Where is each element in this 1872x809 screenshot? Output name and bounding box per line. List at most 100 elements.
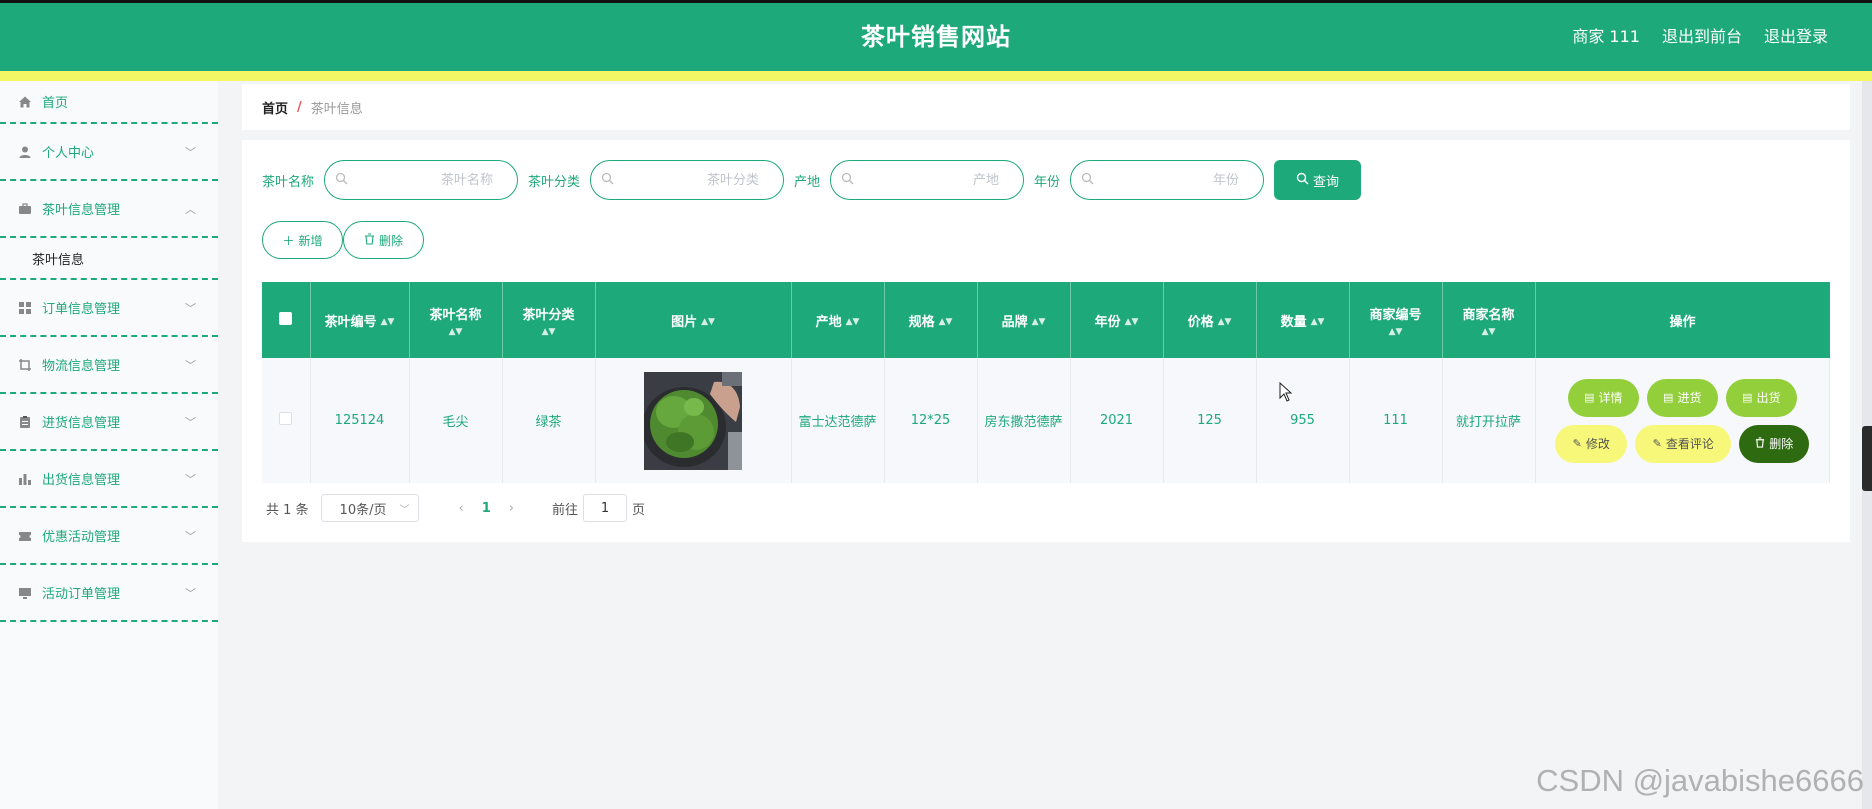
sidebar-item-activity-orders[interactable]: 活动订单管理 ﹀	[0, 565, 218, 622]
sidebar-item-label: 活动订单管理	[42, 587, 121, 602]
sidebar-item-logistics[interactable]: 物流信息管理 ﹀	[0, 337, 218, 394]
add-button[interactable]: ＋ 新增	[262, 221, 343, 259]
detail-button[interactable]: ▤ 详情	[1567, 378, 1639, 417]
column-header-category[interactable]: 茶叶分类 ▲▼	[502, 282, 596, 358]
scrollbar-thumb[interactable]	[1862, 426, 1872, 491]
chevron-down-icon: ﹀	[399, 504, 410, 516]
sidebar-item-stock-in[interactable]: 进货信息管理 ﹀	[0, 394, 218, 451]
logout-link[interactable]: 退出登录	[1764, 3, 1828, 71]
search-icon	[841, 172, 854, 189]
briefcase-icon	[18, 202, 32, 216]
column-header-merchant-name[interactable]: 商家名称 ▲▼	[1442, 282, 1536, 358]
row-select-cell	[262, 358, 311, 483]
trash-icon	[364, 232, 375, 248]
column-header-quantity[interactable]: 数量 ▲▼	[1256, 282, 1350, 358]
origin-input[interactable]	[859, 161, 1010, 199]
sidebar-item-tea-management[interactable]: 茶叶信息管理 ︿	[0, 181, 218, 238]
sidebar-item-label: 茶叶信息管理	[42, 203, 121, 218]
mouse-cursor-icon	[1279, 382, 1293, 402]
chevron-up-icon: ︿	[185, 202, 196, 216]
column-header-name[interactable]: 茶叶名称 ▲▼	[409, 282, 503, 358]
query-button[interactable]: 查询	[1274, 160, 1362, 200]
table-actions: ＋ 新增 删除	[262, 221, 424, 259]
sidebar-item-promotions[interactable]: 优惠活动管理 ﹀	[0, 508, 218, 565]
document-icon: ▤	[1663, 391, 1674, 404]
window-scrollbar[interactable]	[1862, 81, 1872, 809]
origin-search	[830, 160, 1025, 200]
edit-button[interactable]: ✎ 修改	[1555, 424, 1628, 463]
sidebar-item-label: 首页	[42, 96, 69, 111]
year-label: 年份	[1034, 174, 1061, 190]
sidebar-item-home[interactable]: 首页	[0, 81, 218, 124]
select-all-header	[262, 282, 311, 358]
stock-in-button[interactable]: ▤ 进货	[1646, 378, 1718, 417]
column-header-merchant-code[interactable]: 商家编号 ▲▼	[1349, 282, 1443, 358]
column-header-image[interactable]: 图片 ▲▼	[595, 282, 792, 358]
sidebar-item-orders[interactable]: 订单信息管理 ﹀	[0, 280, 218, 337]
grid-icon	[18, 301, 32, 315]
chevron-down-icon: ﹀	[185, 145, 196, 159]
delete-button[interactable]: 删除	[1739, 424, 1810, 463]
sort-icon[interactable]: ▲▼	[1311, 317, 1325, 327]
exit-to-front-link[interactable]: 退出到前台	[1662, 3, 1742, 71]
cell-name: 毛尖	[409, 358, 503, 483]
current-user-link[interactable]: 商家 111	[1572, 3, 1640, 71]
sort-icon[interactable]: ▲▼	[1218, 317, 1232, 327]
search-icon	[601, 172, 614, 189]
sort-icon[interactable]: ▲▼	[1125, 317, 1139, 327]
sort-icon[interactable]: ▲▼	[414, 327, 498, 337]
select-all-checkbox[interactable]	[279, 311, 293, 325]
tea-product-image[interactable]	[644, 371, 742, 470]
year-input[interactable]	[1099, 161, 1250, 199]
sort-icon[interactable]: ▲▼	[1447, 327, 1531, 337]
tea-name-input[interactable]	[353, 161, 504, 199]
sort-icon[interactable]: ▲▼	[939, 317, 953, 327]
column-header-code[interactable]: 茶叶编号 ▲▼	[310, 282, 410, 358]
sort-icon[interactable]: ▲▼	[846, 317, 860, 327]
sidebar-item-stock-out[interactable]: 出货信息管理 ﹀	[0, 451, 218, 508]
sort-icon[interactable]: ▲▼	[1354, 327, 1438, 337]
goto-page-input[interactable]	[583, 494, 628, 522]
batch-delete-button[interactable]: 删除	[343, 221, 424, 259]
breadcrumb-home[interactable]: 首页	[262, 98, 288, 117]
page-unit-label: 页	[632, 502, 646, 518]
sort-icon[interactable]: ▲▼	[381, 317, 395, 327]
tea-category-input[interactable]	[619, 161, 770, 199]
chevron-down-icon: ﹀	[185, 358, 196, 372]
prev-page-button[interactable]: ‹	[459, 501, 464, 516]
sidebar-item-profile[interactable]: 个人中心 ﹀	[0, 124, 218, 181]
chevron-down-icon: ﹀	[185, 472, 196, 486]
column-header-spec[interactable]: 规格 ▲▼	[884, 282, 978, 358]
cell-category: 绿茶	[502, 358, 596, 483]
column-header-origin[interactable]: 产地 ▲▼	[791, 282, 885, 358]
document-icon: ▤	[1584, 391, 1595, 404]
view-reviews-button[interactable]: ✎ 查看评论	[1635, 424, 1732, 463]
tea-name-search	[324, 160, 519, 200]
user-icon	[18, 145, 32, 159]
row-actions: ▤ 详情 ▤ 进货 ▤ 出货 ✎ 修改 ✎ 查看评论 删除	[1542, 378, 1824, 463]
table-header-row: 茶叶编号 ▲▼ 茶叶名称 ▲▼ 茶叶分类 ▲▼ 图片 ▲▼ 产地 ▲▼ 规格 ▲▼ 品牌 ▲▼…	[262, 282, 1830, 358]
breadcrumb-current: 茶叶信息	[310, 101, 363, 117]
column-header-brand[interactable]: 品牌 ▲▼	[977, 282, 1071, 358]
tea-table: 茶叶编号 ▲▼ 茶叶名称 ▲▼ 茶叶分类 ▲▼ 图片 ▲▼ 产地 ▲▼ 规格 ▲▼ 品牌 ▲▼…	[262, 282, 1830, 483]
column-header-price[interactable]: 价格 ▲▼	[1163, 282, 1257, 358]
sidebar-subitem-tea-info[interactable]: 茶叶信息	[0, 238, 218, 280]
next-page-button[interactable]: ›	[509, 501, 514, 516]
sort-icon[interactable]: ▲▼	[701, 317, 715, 327]
sort-icon[interactable]: ▲▼	[1032, 317, 1046, 327]
cell-brand: 房东撒范德萨	[977, 358, 1071, 483]
trash-icon	[1755, 436, 1765, 451]
year-search	[1070, 160, 1265, 200]
stock-out-button[interactable]: ▤ 出货	[1725, 378, 1797, 417]
sidebar: 首页 个人中心 ﹀ 茶叶信息管理 ︿ 茶叶信息 订单信息管理 ﹀ 物流信息管理 …	[0, 81, 218, 809]
row-checkbox[interactable]	[279, 412, 293, 425]
column-header-year[interactable]: 年份 ▲▼	[1070, 282, 1164, 358]
sidebar-item-label: 物流信息管理	[42, 359, 121, 374]
page-number-current[interactable]: 1	[482, 501, 491, 516]
cell-quantity: 955	[1256, 358, 1350, 483]
search-icon	[1081, 172, 1094, 189]
sort-icon[interactable]: ▲▼	[507, 327, 591, 337]
page-size-select[interactable]: 10条/页 ﹀	[320, 494, 419, 522]
tea-name-label: 茶叶名称	[262, 174, 315, 190]
cell-price: 125	[1163, 358, 1257, 483]
